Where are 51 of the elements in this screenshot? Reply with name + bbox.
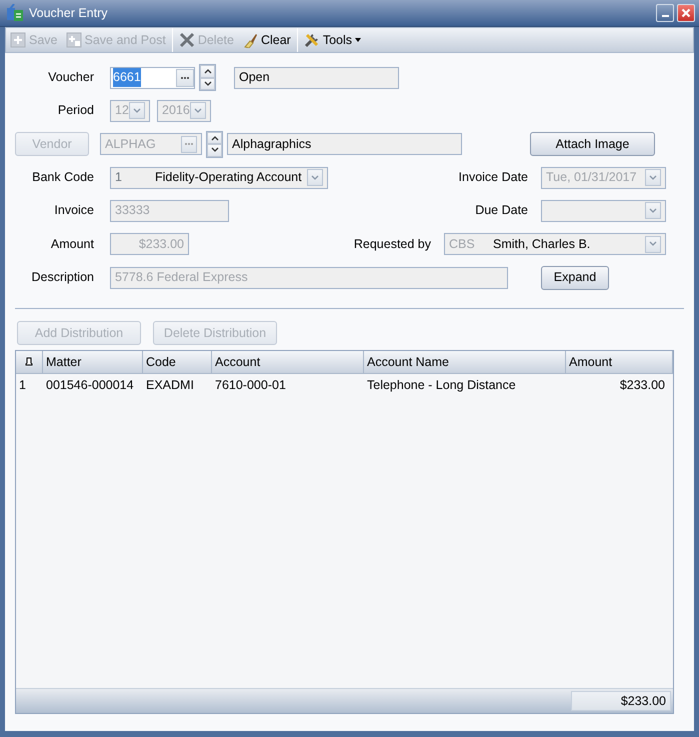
close-icon (681, 8, 691, 18)
table-cell-text: 1 (18, 376, 27, 394)
field-label: Requested by (354, 236, 431, 253)
column-header[interactable]: Code (143, 351, 212, 374)
window-title: Voucher Entry (29, 4, 109, 22)
field-label: Description (30, 269, 94, 286)
minimize-icon (662, 15, 668, 17)
field-label: Voucher (47, 69, 94, 86)
brush-icon (242, 32, 258, 48)
chevron-down-icon (210, 147, 218, 154)
field-label: Invoice Date (458, 169, 528, 186)
chevron-up-icon (210, 134, 218, 141)
table-cell-text: EXADMI (145, 376, 195, 394)
tools-icon (304, 32, 320, 48)
column-header[interactable]: Amount (566, 351, 673, 374)
field-label: Period (56, 102, 94, 120)
table-cell-text: $233.00 (618, 376, 666, 394)
field-label: Invoice (53, 202, 94, 220)
spinner[interactable] (206, 130, 223, 158)
pin-icon (25, 357, 33, 367)
browse-button[interactable] (176, 68, 194, 86)
ellipsis-icon (184, 142, 194, 146)
chevron-down-icon (204, 80, 212, 87)
vendor-name-field: Alphagraphics (227, 133, 462, 155)
ellipsis-icon (180, 76, 190, 80)
chevron-up-icon (204, 68, 212, 74)
table-cell-text: 7610-000-01 (214, 376, 287, 394)
field-label: Bank Code (31, 169, 94, 186)
voucher-field[interactable]: 6661 (110, 66, 195, 88)
toolbar-button[interactable]: Clear (238, 28, 295, 52)
status-field: Open (234, 66, 399, 88)
column-header[interactable] (16, 351, 43, 374)
caret-icon (355, 38, 362, 42)
minimize-button[interactable] (656, 4, 674, 22)
save-icon (10, 32, 26, 48)
column-header[interactable]: Matter (43, 351, 143, 374)
attach-image-button[interactable]: Attach Image (530, 132, 655, 156)
x-icon (178, 32, 195, 48)
column-header[interactable]: Account Name (364, 351, 566, 374)
field-label: Due Date (475, 202, 528, 220)
table-cell-text: Telephone - Long Distance (366, 376, 517, 394)
column-header[interactable]: Account (212, 351, 364, 374)
save-post-icon (66, 32, 82, 48)
field-label: Amount (50, 236, 94, 253)
expand-button[interactable]: Expand (541, 266, 609, 290)
total-amount: $233.00 (571, 691, 671, 711)
app-icon (6, 4, 24, 22)
table-cell-text: 001546-000014 (45, 376, 135, 394)
close-button[interactable] (677, 4, 695, 22)
spinner[interactable] (199, 64, 216, 91)
tools-menu-button[interactable]: Tools (300, 28, 366, 52)
